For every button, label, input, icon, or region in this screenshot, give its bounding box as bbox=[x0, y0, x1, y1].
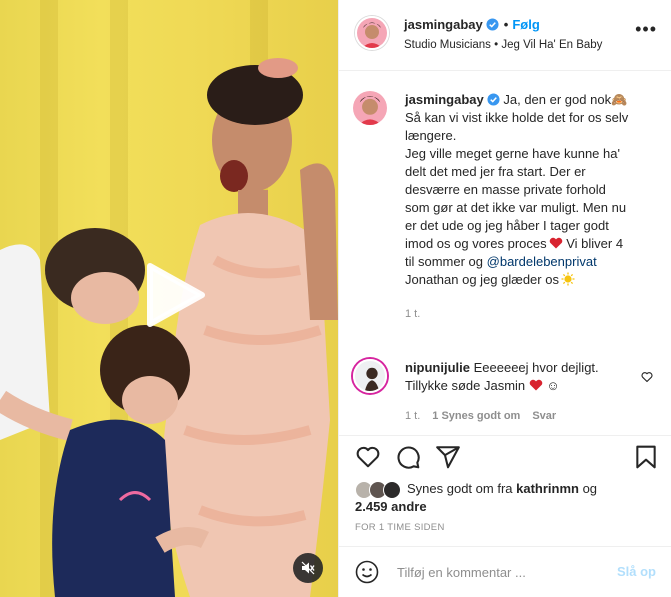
see-no-evil-emoji: 🙈 bbox=[611, 92, 628, 107]
play-button[interactable] bbox=[140, 262, 206, 328]
share-icon[interactable] bbox=[435, 444, 461, 470]
caption-text: jasmingabay Ja, den er god nok🙈 Så kan v… bbox=[405, 91, 633, 323]
likes-prefix: Synes godt om fra bbox=[407, 481, 517, 496]
sun-emoji-icon bbox=[561, 272, 575, 286]
heart-emoji-icon bbox=[549, 237, 562, 249]
comment-input[interactable]: Tilføj en kommentar ... bbox=[397, 565, 526, 580]
post-comment-button[interactable]: Slå op bbox=[617, 564, 656, 579]
mute-button[interactable] bbox=[293, 553, 323, 583]
post-header: jasmingabay • Følg Studio Musicians • Jeg … bbox=[339, 0, 671, 71]
likes-count[interactable]: 2.459 andre bbox=[355, 499, 427, 514]
mute-icon bbox=[301, 561, 315, 575]
comment-time[interactable]: 1 t. bbox=[405, 410, 420, 422]
comment-likes[interactable]: 1 Synes godt om bbox=[432, 410, 520, 422]
smile-emoji: ☺ bbox=[546, 378, 560, 393]
avatar[interactable] bbox=[353, 91, 387, 125]
heart-icon[interactable] bbox=[641, 371, 653, 383]
caption-username[interactable]: jasmingabay bbox=[405, 92, 484, 107]
verified-icon bbox=[487, 93, 500, 106]
caption-time[interactable]: 1 t. bbox=[405, 305, 633, 323]
add-comment-bar: Tilføj en kommentar ... Slå op bbox=[339, 546, 671, 597]
avatar[interactable] bbox=[353, 359, 387, 393]
caption-line1: Ja, den er god nok bbox=[499, 92, 612, 107]
comments-list[interactable]: jasmingabay Ja, den er god nok🙈 Så kan v… bbox=[339, 72, 671, 434]
avatar[interactable] bbox=[355, 16, 389, 50]
separator-dot: • bbox=[503, 17, 509, 32]
follow-button[interactable]: Følg bbox=[512, 17, 539, 32]
audio-subtitle[interactable]: Studio Musicians • Jeg Vil Ha' En Baby bbox=[404, 39, 602, 51]
post-media[interactable] bbox=[0, 0, 338, 597]
verified-icon bbox=[486, 18, 499, 31]
bookmark-icon[interactable] bbox=[633, 444, 659, 470]
comment-username[interactable]: nipunijulie bbox=[405, 360, 470, 375]
reply-button[interactable]: Svar bbox=[532, 410, 556, 422]
play-icon bbox=[147, 263, 205, 327]
post-author: jasmingabay • Følg bbox=[404, 17, 540, 32]
post-details-panel: jasmingabay • Følg Studio Musicians • Jeg … bbox=[338, 0, 671, 597]
author-username[interactable]: jasmingabay bbox=[404, 17, 483, 32]
comment-text: nipunijulie Eeeeeeej hvor dejligt. Tilly… bbox=[405, 359, 633, 425]
emoji-icon[interactable] bbox=[355, 560, 379, 584]
heart-emoji-icon bbox=[529, 379, 543, 391]
post-actions: Synes godt om fra kathrinmn og 2.459 and… bbox=[339, 435, 671, 545]
comment-icon[interactable] bbox=[395, 444, 421, 470]
comment-meta: 1 t. 1 Synes godt om Svar bbox=[405, 407, 633, 425]
likes-summary: Synes godt om fra kathrinmn og 2.459 and… bbox=[355, 480, 655, 516]
mention-link[interactable]: @bardelebenprivat bbox=[487, 254, 597, 269]
more-icon[interactable]: ••• bbox=[635, 20, 657, 38]
caption-text-a: Så kan vi vist ikke holde det for os sel… bbox=[405, 110, 629, 143]
heart-icon[interactable] bbox=[355, 444, 381, 470]
post-timestamp[interactable]: FOR 1 TIME SIDEN bbox=[355, 522, 445, 533]
liker-username[interactable]: kathrinmn bbox=[516, 481, 579, 496]
likes-mid: og bbox=[578, 481, 598, 496]
caption-text-d: Jonathan og jeg glæder os bbox=[405, 272, 559, 287]
